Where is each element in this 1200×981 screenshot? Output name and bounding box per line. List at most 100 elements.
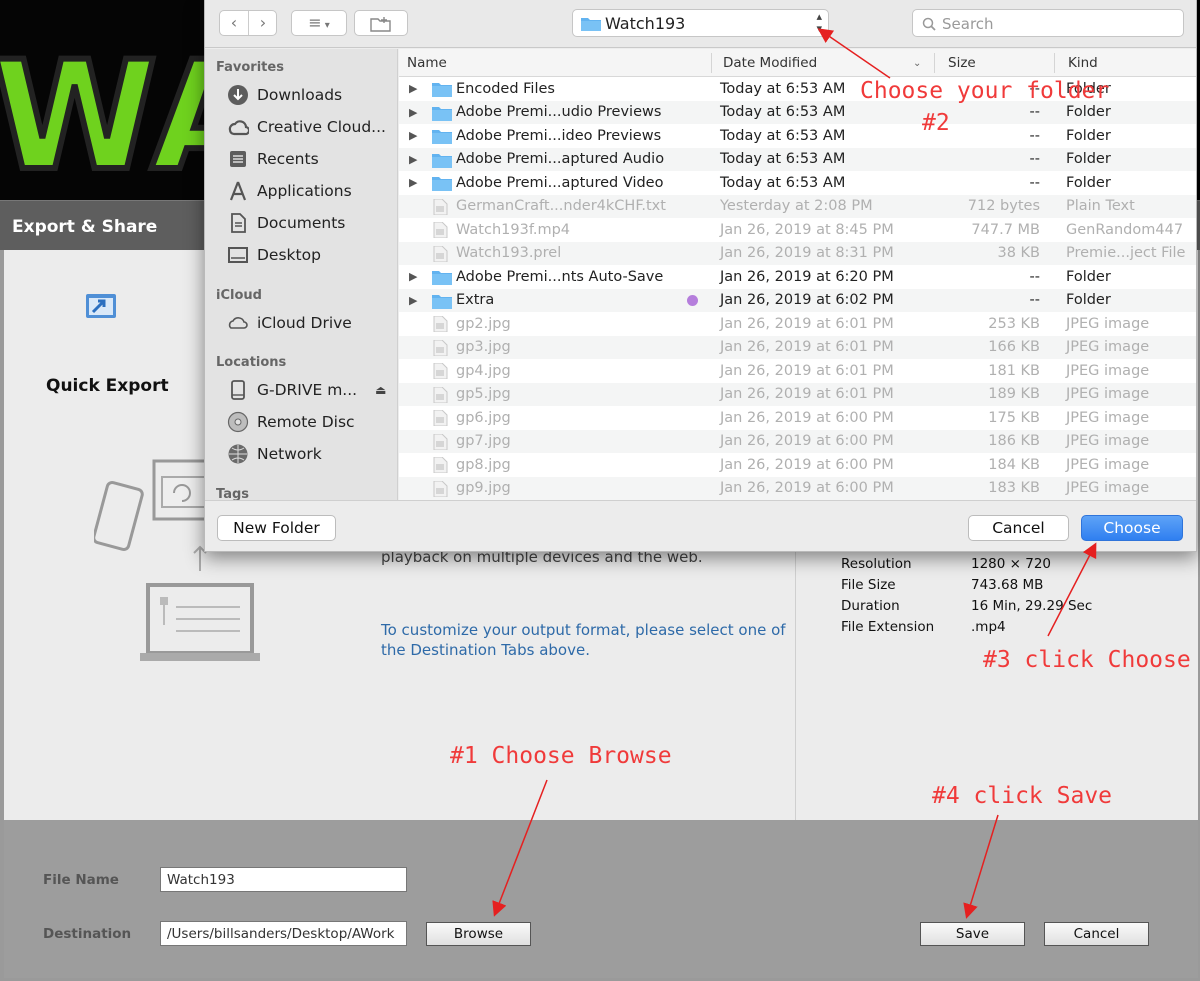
file-size: -- xyxy=(1029,104,1040,121)
file-kind: JPEG image xyxy=(1066,315,1150,332)
logo-text: WA xyxy=(0,30,210,200)
sidebar-item-network[interactable]: Network xyxy=(227,440,322,468)
disclosure-triangle-icon[interactable]: ▶ xyxy=(409,294,417,307)
folder-row[interactable]: ▶ Adobe Premi...nts Auto-Save Jan 26, 2019… xyxy=(399,265,1196,289)
sidebar-item-applications[interactable]: Applications xyxy=(227,177,352,205)
view-options-button[interactable]: ≡ ▾ xyxy=(291,10,347,36)
icloud-heading: iCloud xyxy=(216,288,262,303)
folder-row[interactable]: ▶ Adobe Premi...aptured Video Today at 6:5… xyxy=(399,171,1196,195)
file-name-input[interactable]: Watch193 xyxy=(160,867,407,892)
save-button[interactable]: Save xyxy=(920,922,1025,946)
cancel-button[interactable]: Cancel xyxy=(1044,922,1149,946)
back-icon[interactable]: ‹ xyxy=(220,11,249,35)
file-size: 253 KB xyxy=(988,315,1040,332)
file-row[interactable]: Watch193.prel Jan 26, 2019 at 8:31 PM 38 K… xyxy=(399,241,1196,265)
file-date: Jan 26, 2019 at 6:00 PM xyxy=(720,409,894,426)
column-name[interactable]: Name xyxy=(407,55,447,71)
sidebar-item-gdrive[interactable]: G-DRIVE m... ⏏ xyxy=(227,376,386,404)
sidebar-item-desktop[interactable]: Desktop xyxy=(227,241,321,269)
file-row[interactable]: gp9.jpg Jan 26, 2019 at 6:00 PM 183 KB JPEG… xyxy=(399,476,1196,500)
disclosure-triangle-icon[interactable]: ▶ xyxy=(409,270,417,283)
disclosure-triangle-icon[interactable]: ▶ xyxy=(409,106,417,119)
folder-row[interactable]: ▶ Adobe Premi...udio Previews Today at 6:5… xyxy=(399,100,1196,124)
file-size: 166 KB xyxy=(988,339,1040,356)
file-date: Today at 6:53 AM xyxy=(720,174,846,191)
current-folder-name: Watch193 xyxy=(605,14,686,33)
file-icon xyxy=(433,198,448,215)
globe-icon xyxy=(227,443,249,465)
file-date: Yesterday at 2:08 PM xyxy=(720,198,873,215)
file-icon xyxy=(433,222,448,238)
file-row[interactable]: GermanCraft...nder4kCHF.txt Yesterday at … xyxy=(399,194,1196,218)
folder-path-popup[interactable]: Watch193 ▴ ▾ xyxy=(572,9,829,37)
sidebar-item-icloud-drive[interactable]: iCloud Drive xyxy=(227,309,352,337)
column-kind[interactable]: Kind xyxy=(1068,55,1098,71)
folder-row[interactable]: ▶ Extra Jan 26, 2019 at 6:02 PM -- Folder xyxy=(399,288,1196,312)
file-kind: Folder xyxy=(1066,268,1111,285)
folder-row[interactable]: ▶ Adobe Premi...aptured Audio Today at 6:5… xyxy=(399,147,1196,171)
folder-row[interactable]: ▶ Adobe Premi...ideo Previews Today at 6:5… xyxy=(399,124,1196,148)
file-kind: JPEG image xyxy=(1066,480,1150,497)
file-name: gp6.jpg xyxy=(456,409,511,426)
destination-input[interactable]: /Users/billsanders/Desktop/AWork xyxy=(160,921,407,946)
drive-icon xyxy=(227,379,249,401)
disclosure-triangle-icon[interactable]: ▶ xyxy=(409,176,417,189)
disclosure-triangle-icon[interactable]: ▶ xyxy=(409,153,417,166)
file-icon xyxy=(433,386,448,403)
eject-icon[interactable]: ⏏ xyxy=(375,383,386,397)
file-row[interactable]: gp4.jpg Jan 26, 2019 at 6:01 PM 181 KB JPEG… xyxy=(399,359,1196,383)
new-folder-button[interactable]: New Folder xyxy=(217,515,336,541)
disc-icon xyxy=(227,411,249,433)
file-row[interactable]: gp3.jpg Jan 26, 2019 at 6:01 PM 166 KB JPEG… xyxy=(399,335,1196,359)
quick-export-label: Quick Export xyxy=(46,376,169,396)
list-view-icon: ≡ xyxy=(308,13,322,32)
search-placeholder: Search xyxy=(942,15,994,33)
file-kind: JPEG image xyxy=(1066,386,1150,403)
file-row[interactable]: gp2.jpg Jan 26, 2019 at 6:01 PM 253 KB JPEG… xyxy=(399,312,1196,336)
file-size: 747.7 MB xyxy=(971,221,1040,238)
folder-icon xyxy=(432,177,452,191)
column-size[interactable]: Size xyxy=(948,55,976,71)
choose-button[interactable]: Choose xyxy=(1081,515,1183,541)
file-row[interactable]: Watch193f.mp4 Jan 26, 2019 at 8:45 PM 747.… xyxy=(399,218,1196,242)
file-icon xyxy=(433,316,448,332)
file-date: Today at 6:53 AM xyxy=(720,127,846,144)
annotation-step1: #1 Choose Browse xyxy=(450,743,672,769)
sidebar-item-remote-disc[interactable]: Remote Disc xyxy=(227,408,355,436)
sidebar-item-recents[interactable]: Recents xyxy=(227,145,319,173)
file-name: gp3.jpg xyxy=(456,339,511,356)
file-size: -- xyxy=(1029,127,1040,144)
file-kind: Plain Text xyxy=(1066,198,1135,215)
file-name: Adobe Premi...udio Previews xyxy=(456,104,662,121)
file-row[interactable]: gp5.jpg Jan 26, 2019 at 6:01 PM 189 KB JPEG… xyxy=(399,382,1196,406)
new-folder-toolbar-button[interactable] xyxy=(354,10,408,36)
disclosure-triangle-icon[interactable]: ▶ xyxy=(409,82,417,95)
file-row[interactable]: gp8.jpg Jan 26, 2019 at 6:00 PM 184 KB JPEG… xyxy=(399,453,1196,477)
search-input[interactable]: Search xyxy=(912,9,1184,37)
forward-icon[interactable]: › xyxy=(249,11,277,35)
dialog-cancel-button[interactable]: Cancel xyxy=(968,515,1069,541)
file-list-header: Name Date Modified ⌄ Size Kind xyxy=(399,49,1196,77)
file-name-label: File Name xyxy=(43,872,119,888)
file-size: 181 KB xyxy=(988,362,1040,379)
file-kind: Folder xyxy=(1066,104,1111,121)
sidebar-item-downloads[interactable]: Downloads xyxy=(227,81,342,109)
file-row[interactable]: gp6.jpg Jan 26, 2019 at 6:00 PM 175 KB JPEG… xyxy=(399,406,1196,430)
file-row[interactable]: gp7.jpg Jan 26, 2019 at 6:00 PM 186 KB JPEG… xyxy=(399,429,1196,453)
file-kind: JPEG image xyxy=(1066,409,1150,426)
info-row: File Size 743.68 MB xyxy=(841,577,1044,593)
column-date-modified[interactable]: Date Modified xyxy=(723,55,817,71)
browse-button[interactable]: Browse xyxy=(426,922,531,946)
customize-text: To customize your output format, please … xyxy=(381,621,786,659)
sidebar-item-creative-cloud[interactable]: Creative Cloud... xyxy=(227,113,386,141)
dialog-footer: New Folder Cancel Choose xyxy=(205,500,1196,551)
folder-icon xyxy=(432,294,452,309)
file-date: Today at 6:53 AM xyxy=(720,80,846,97)
sidebar-item-documents[interactable]: Documents xyxy=(227,209,345,237)
applications-icon xyxy=(227,180,249,202)
updown-chevron-icon: ▴ ▾ xyxy=(816,10,822,35)
tags-heading: Tags xyxy=(216,487,250,500)
disclosure-triangle-icon[interactable]: ▶ xyxy=(409,129,417,142)
file-name: gp5.jpg xyxy=(456,386,511,403)
file-kind: GenRandom447 xyxy=(1066,221,1184,238)
